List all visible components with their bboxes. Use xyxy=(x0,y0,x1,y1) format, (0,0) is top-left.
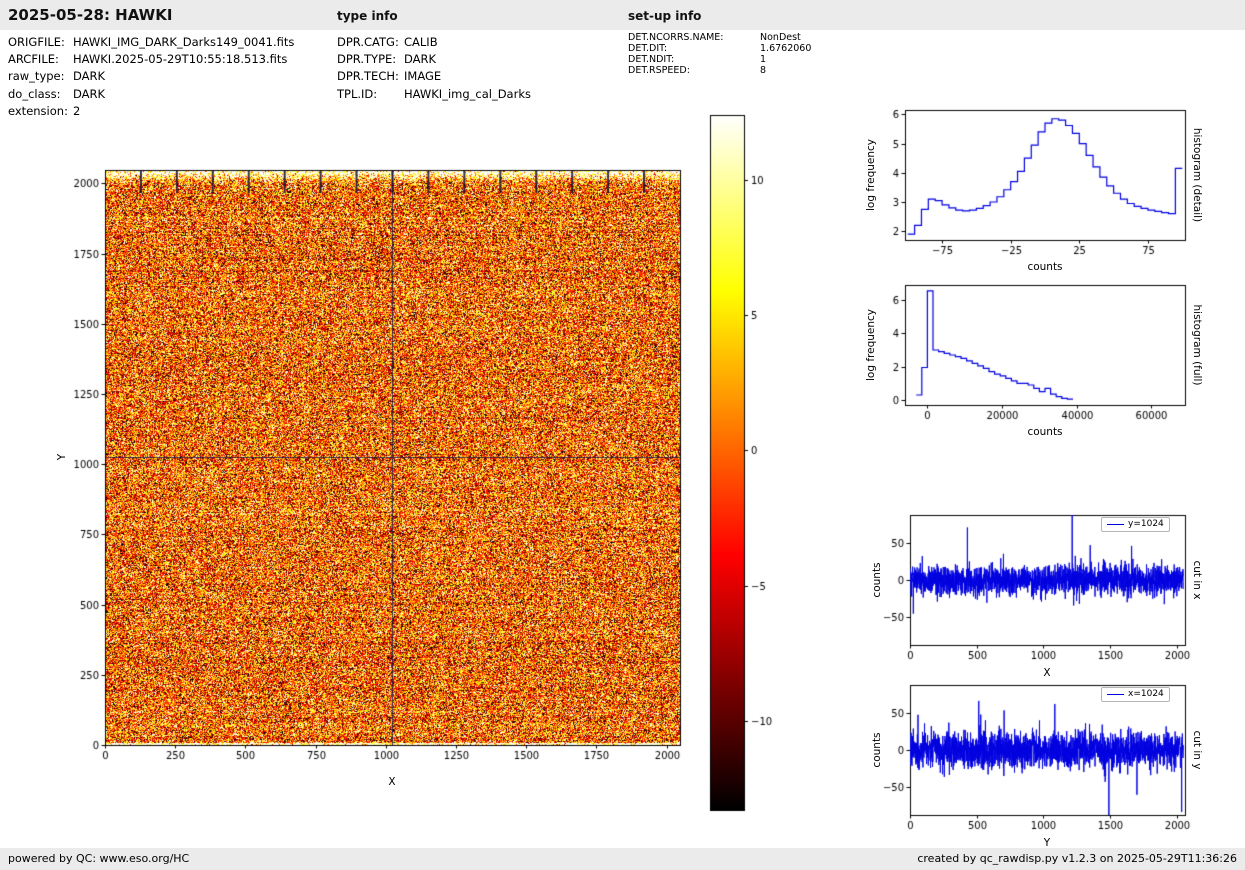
histogram-detail-ylabel: log frequency xyxy=(865,139,877,212)
metadata-row: ORIGFILE: HAWKI_IMG_DARK_Darks149_0041.fi… xyxy=(8,34,294,51)
metadata-row: DET.NCORRS.NAME: NonDest xyxy=(628,32,811,43)
file-info-block: ORIGFILE: HAWKI_IMG_DARK_Darks149_0041.fi… xyxy=(8,34,294,120)
histogram-full-ylabel: log frequency xyxy=(865,309,877,382)
metadata-value: 1.6762060 xyxy=(760,43,812,54)
metadata-row: extension: 2 xyxy=(8,103,294,120)
header-bar: 2025-05-28: HAWKI type info set-up info xyxy=(0,0,1245,30)
cut-x-legend: y=1024 xyxy=(1101,517,1170,532)
cut-x-ylabel: counts xyxy=(871,562,883,598)
metadata-label: DPR.TECH: xyxy=(337,69,399,84)
colorbar xyxy=(700,110,792,822)
type-info-block: DPR.CATG: CALIB DPR.TYPE: DARK DPR.TECH: IM… xyxy=(337,34,531,103)
cut-in-x-plot xyxy=(865,507,1195,675)
metadata-label: DET.RSPEED: xyxy=(628,65,690,76)
metadata-value: HAWKI.2025-05-29T10:55:18.513.fits xyxy=(73,52,288,67)
metadata-label: ARCFILE: xyxy=(8,52,59,67)
metadata-value: HAWKI_img_cal_Darks xyxy=(404,86,531,101)
histogram-full-xlabel: counts xyxy=(1027,426,1063,438)
metadata-value: DARK xyxy=(404,52,437,67)
metadata-row: DET.DIT: 1.6762060 xyxy=(628,43,811,54)
main-image-ylabel: Y xyxy=(56,453,68,461)
metadata-row: TPL.ID: HAWKI_img_cal_Darks xyxy=(337,86,531,103)
metadata-value: HAWKI_IMG_DARK_Darks149_0041.fits xyxy=(73,35,295,49)
metadata-value: DARK xyxy=(73,69,106,84)
metadata-value: 1 xyxy=(760,54,767,65)
metadata-label: ORIGFILE: xyxy=(8,35,65,49)
cut-x-right-label: cut in x xyxy=(1191,560,1203,600)
metadata-label: do_class: xyxy=(8,86,61,101)
metadata-label: TPL.ID: xyxy=(337,86,378,101)
setup-info-heading: set-up info xyxy=(628,9,702,23)
metadata-row: DET.RSPEED: 8 xyxy=(628,65,811,76)
cut-x-legend-label: y=1024 xyxy=(1128,519,1164,529)
metadata-label: DPR.CATG: xyxy=(337,35,399,49)
footer-created-by: created by qc_rawdisp.py v1.2.3 on 2025-… xyxy=(917,852,1237,865)
metadata-label: DET.NDIT: xyxy=(628,54,675,65)
main-image-xlabel: X xyxy=(388,776,396,788)
metadata-value: 2 xyxy=(73,103,81,118)
footer-powered-by: powered by QC: www.eso.org/HC xyxy=(8,852,190,865)
cut-in-y-plot xyxy=(865,677,1195,845)
metadata-row: DET.NDIT: 1 xyxy=(628,54,811,65)
metadata-value: CALIB xyxy=(404,35,438,49)
page-title: 2025-05-28: HAWKI xyxy=(8,6,173,24)
metadata-label: extension: xyxy=(8,103,68,118)
metadata-row: DPR.CATG: CALIB xyxy=(337,34,531,51)
histogram-full-right-label: histogram (full) xyxy=(1191,304,1203,386)
cut-y-ylabel: counts xyxy=(871,732,883,768)
metadata-label: raw_type: xyxy=(8,69,65,84)
histogram-detail-right-label: histogram (detail) xyxy=(1191,127,1203,223)
histogram-detail-plot xyxy=(860,102,1195,270)
setup-info-block: DET.NCORRS.NAME: NonDest DET.DIT: 1.676206… xyxy=(628,32,811,76)
cut-y-legend: x=1024 xyxy=(1101,687,1170,702)
metadata-value: 8 xyxy=(760,65,767,76)
histogram-detail-xlabel: counts xyxy=(1027,261,1063,273)
metadata-row: raw_type: DARK xyxy=(8,68,294,85)
metadata-value: NonDest xyxy=(760,32,801,43)
metadata-row: do_class: DARK xyxy=(8,86,294,103)
metadata-value: DARK xyxy=(73,86,106,101)
histogram-full-plot xyxy=(860,277,1195,435)
metadata-label: DET.NCORRS.NAME: xyxy=(628,32,724,43)
metadata-row: ARCFILE: HAWKI.2025-05-29T10:55:18.513.fi… xyxy=(8,51,294,68)
dark-frame-image xyxy=(40,155,700,805)
cut-y-right-label: cut in y xyxy=(1191,730,1203,770)
cut-x-legend-line-sample xyxy=(1107,524,1124,525)
cut-y-legend-line-sample xyxy=(1107,694,1124,695)
metadata-row: DPR.TECH: IMAGE xyxy=(337,68,531,85)
qc-report-page: 2025-05-28: HAWKI type info set-up info … xyxy=(0,0,1245,870)
cut-y-legend-label: x=1024 xyxy=(1128,689,1164,699)
metadata-row: DPR.TYPE: DARK xyxy=(337,51,531,68)
type-info-heading: type info xyxy=(337,9,398,23)
metadata-label: DET.DIT: xyxy=(628,43,668,54)
metadata-label: DPR.TYPE: xyxy=(337,52,397,67)
metadata-value: IMAGE xyxy=(404,69,442,84)
